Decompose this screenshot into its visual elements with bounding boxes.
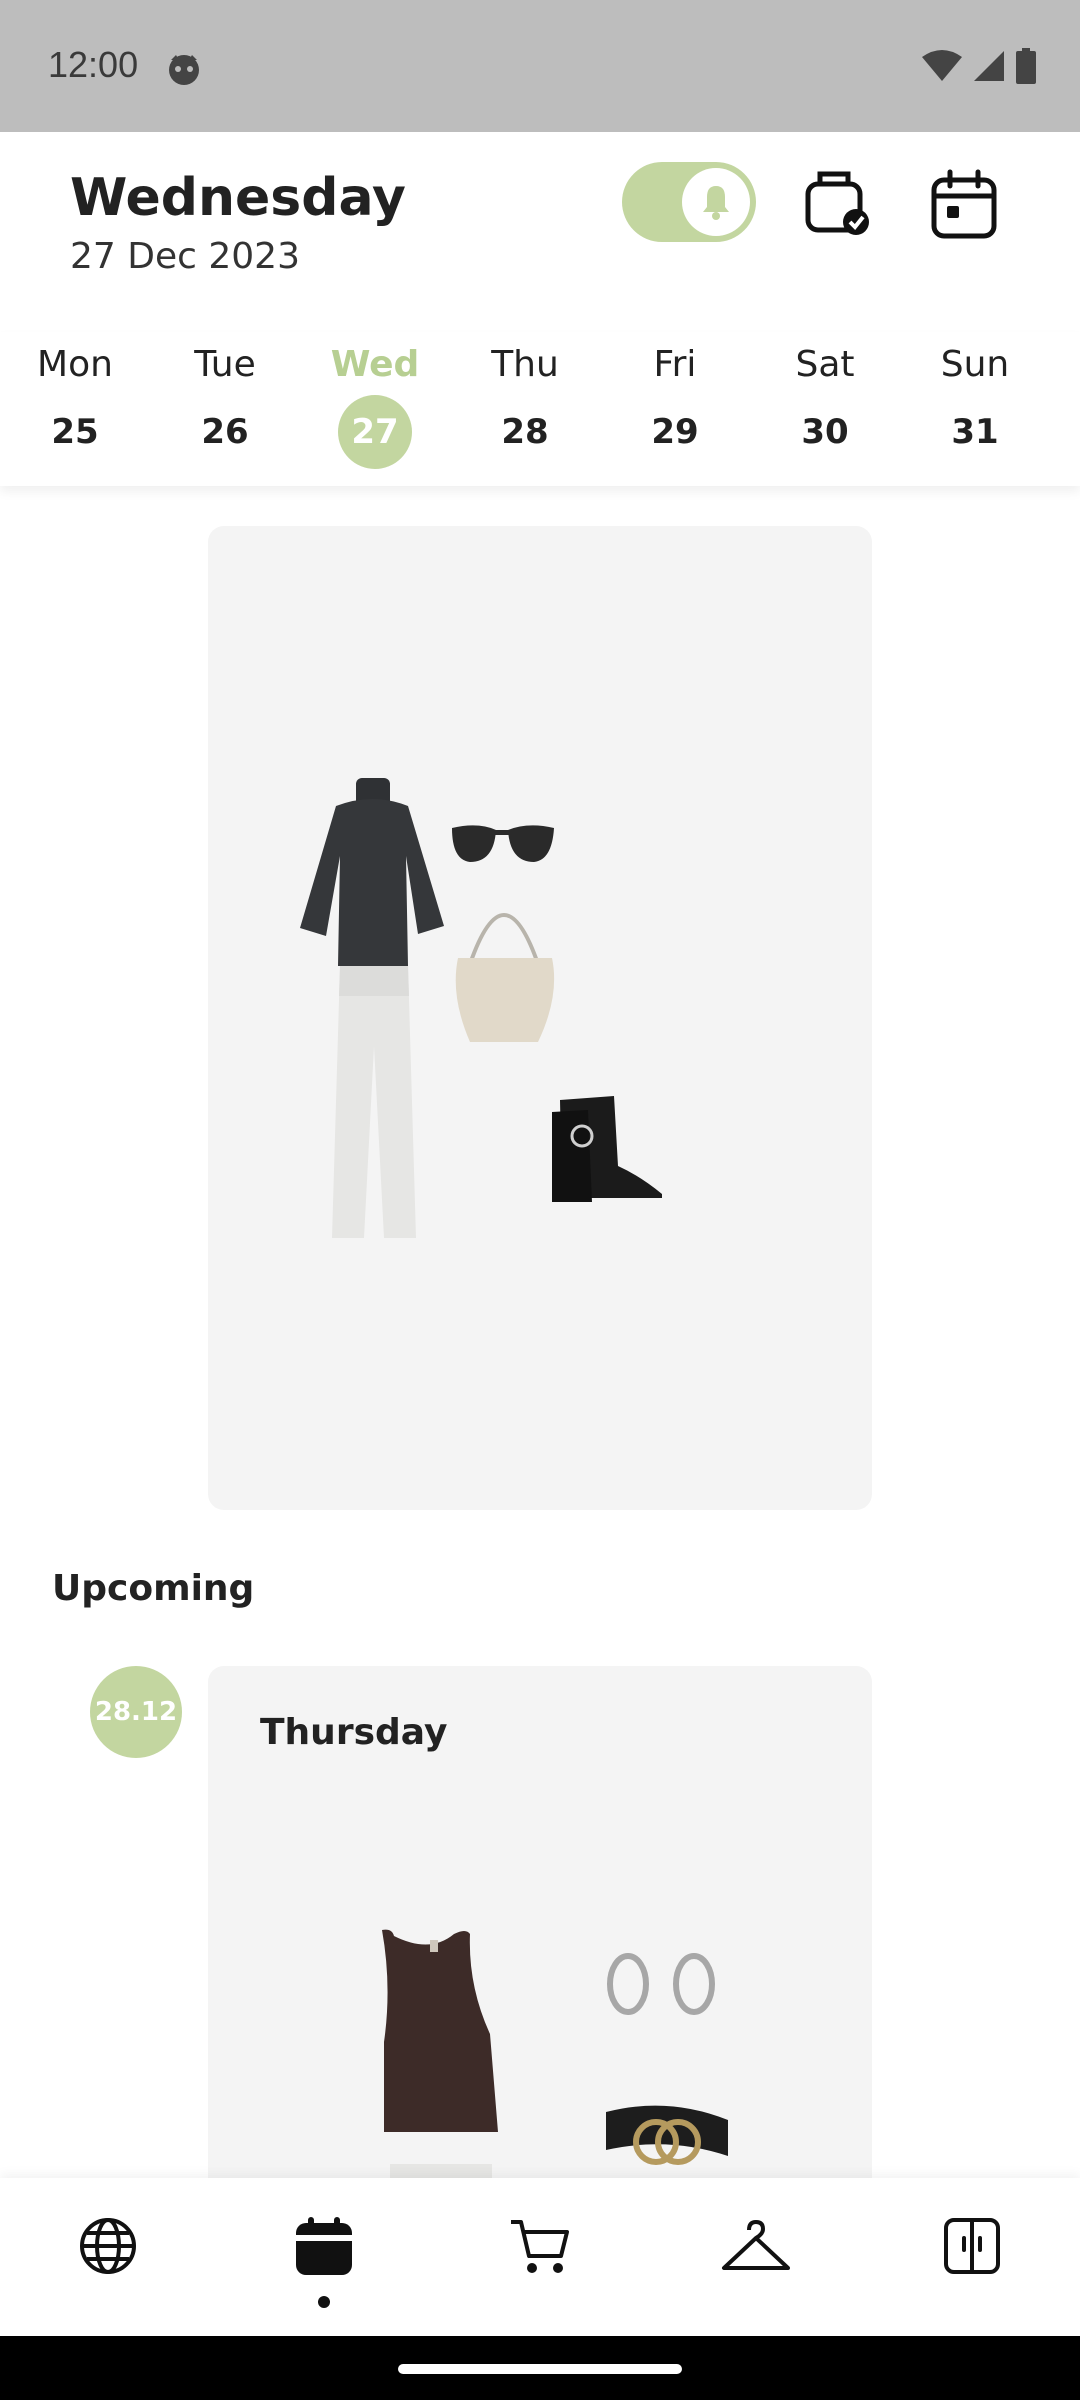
day-mon[interactable]: Mon 25 xyxy=(0,332,150,486)
home-gesture-handle[interactable] xyxy=(398,2364,682,2374)
day-name: Mon xyxy=(37,344,113,385)
hanger-icon xyxy=(722,2220,790,2270)
wifi-icon xyxy=(922,50,962,81)
tank-top-image xyxy=(382,1929,498,2132)
calendar-wallet-icon xyxy=(296,2217,352,2275)
day-name: Sun xyxy=(940,344,1010,385)
turtleneck-sweater-image xyxy=(300,778,444,966)
battery-icon xyxy=(1016,48,1036,84)
white-trousers-image xyxy=(332,966,416,1238)
ankle-boots-image xyxy=(552,1096,662,1202)
calendar-check-icon xyxy=(805,171,869,235)
calendar-icon xyxy=(931,169,997,239)
hoop-earrings-image xyxy=(607,1953,715,2015)
app-notification-icon xyxy=(169,55,199,85)
nav-wardrobe[interactable] xyxy=(720,2210,792,2282)
outfit-collage xyxy=(300,778,662,1238)
day-tue[interactable]: Tue 26 xyxy=(150,332,300,486)
nav-explore[interactable] xyxy=(72,2210,144,2282)
upcoming-date-badge: 28.12 xyxy=(90,1666,182,1758)
day-fri[interactable]: Fri 29 xyxy=(600,332,750,486)
today-outfit-card[interactable] xyxy=(208,526,872,1510)
day-number: 30 xyxy=(801,412,849,452)
nav-shop[interactable] xyxy=(504,2210,576,2282)
nav-closet[interactable] xyxy=(936,2210,1008,2282)
cart-icon xyxy=(511,2220,569,2273)
outfit-planned-button[interactable] xyxy=(800,166,876,242)
bell-icon xyxy=(703,186,729,220)
day-name: Sat xyxy=(795,344,855,385)
nav-planner[interactable] xyxy=(288,2210,360,2282)
day-name: Wed xyxy=(330,344,420,385)
day-number: 25 xyxy=(51,412,99,452)
upcoming-heading: Upcoming xyxy=(52,1568,255,1609)
app-header: Wednesday 27 Dec 2023 xyxy=(0,132,1080,332)
day-number: 26 xyxy=(201,412,249,452)
day-thu[interactable]: Thu 28 xyxy=(450,332,600,486)
wardrobe-icon xyxy=(944,2218,1000,2274)
day-name: Tue xyxy=(194,344,256,385)
week-selector: Mon 25 Tue 26 Wed 27 Thu 28 Fri 29 Sat 3… xyxy=(0,332,1080,486)
day-sat[interactable]: Sat 30 xyxy=(750,332,900,486)
globe-icon xyxy=(80,2218,136,2274)
shoulder-bag-image xyxy=(455,913,555,1042)
page-title: Wednesday xyxy=(70,168,406,228)
belt-image xyxy=(606,2105,728,2165)
open-calendar-button[interactable] xyxy=(926,166,1002,242)
notifications-toggle[interactable] xyxy=(622,162,756,242)
status-bar: 12:00 xyxy=(0,0,1080,132)
day-wed[interactable]: Wed 27 xyxy=(300,332,450,486)
day-number: 28 xyxy=(501,412,549,452)
sunglasses-image xyxy=(452,825,554,862)
toggle-knob xyxy=(682,168,750,236)
upcoming-outfit-card[interactable]: Thursday xyxy=(208,1666,872,2186)
day-number: 27 xyxy=(338,395,412,469)
day-name: Fri xyxy=(653,344,697,385)
day-name: Thu xyxy=(491,344,559,385)
date-subtitle: 27 Dec 2023 xyxy=(70,236,300,277)
active-indicator xyxy=(318,2296,330,2308)
signal-icon xyxy=(974,51,1004,81)
status-time: 12:00 xyxy=(48,44,139,85)
upcoming-outfit-collage xyxy=(382,1929,728,2186)
day-number: 29 xyxy=(651,412,699,452)
day-number: 31 xyxy=(951,412,999,452)
bottom-navigation xyxy=(0,2178,1080,2336)
gesture-bar xyxy=(0,2336,1080,2400)
day-sun[interactable]: Sun 31 xyxy=(900,332,1050,486)
